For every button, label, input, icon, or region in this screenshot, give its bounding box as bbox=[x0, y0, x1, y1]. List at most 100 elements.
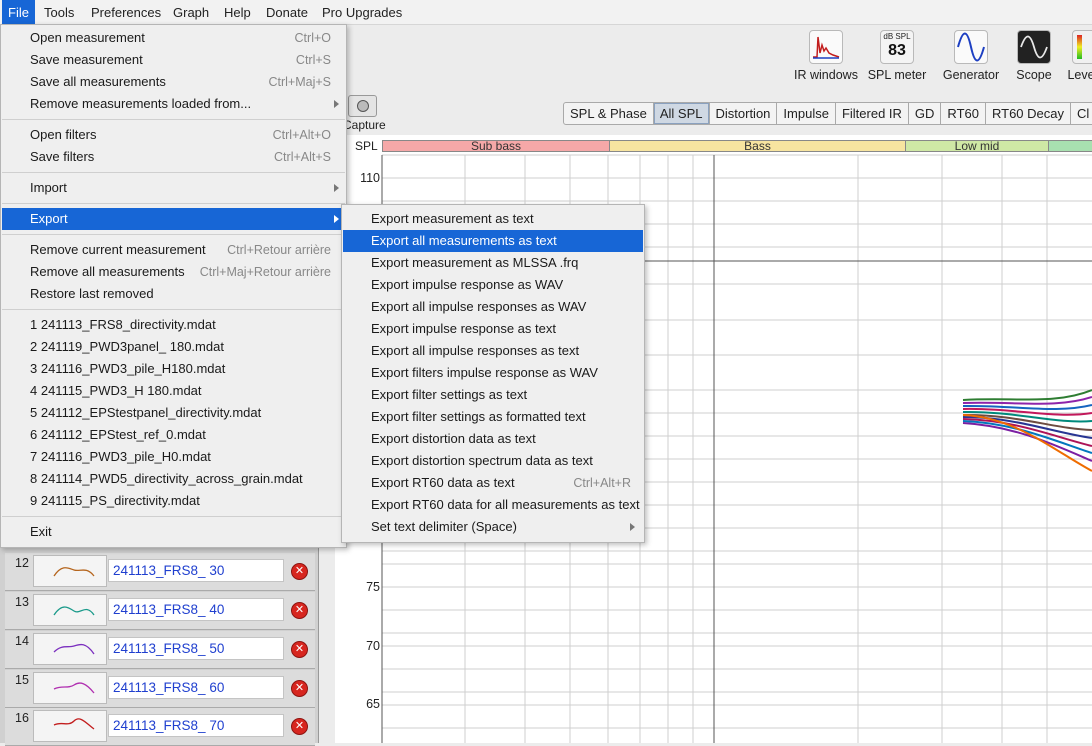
export-item[interactable]: Export impulse response as WAV bbox=[343, 274, 643, 296]
tab-rt60[interactable]: RT60 bbox=[941, 102, 986, 125]
tab-rt60-decay[interactable]: RT60 Decay bbox=[985, 102, 1071, 125]
menu-pro-upgrades[interactable]: Pro Upgrades bbox=[316, 0, 408, 24]
spl-axis-label: SPL bbox=[355, 139, 378, 153]
ir-windows-icon bbox=[809, 30, 843, 64]
menu-item-import[interactable]: Import bbox=[2, 177, 345, 199]
tab-filtered-ir[interactable]: Filtered IR bbox=[835, 102, 909, 125]
export-item[interactable]: Export all impulse responses as WAV bbox=[343, 296, 643, 318]
menu-item-shortcut: Ctrl+O bbox=[294, 31, 331, 45]
recent-file-item[interactable]: 6 241112_EPStest_ref_0.mdat bbox=[2, 424, 345, 446]
menu-item-restore-last[interactable]: Restore last removed bbox=[2, 283, 345, 305]
tab-distortion[interactable]: Distortion bbox=[709, 102, 778, 125]
measurement-row[interactable]: 12 241113_FRS8_ 30 ✕ bbox=[5, 553, 315, 591]
tab-impulse[interactable]: Impulse bbox=[777, 102, 836, 125]
recent-file-item[interactable]: 9 241115_PS_directivity.mdat bbox=[2, 490, 345, 512]
tab-all-spl[interactable]: All SPL bbox=[653, 102, 710, 125]
measurement-name-field[interactable]: 241113_FRS8_ 70 bbox=[108, 714, 284, 737]
recent-file-item[interactable]: 4 241115_PWD3_H 180.mdat bbox=[2, 380, 345, 402]
menu-item-save-filters[interactable]: Save filters Ctrl+Alt+S bbox=[2, 146, 345, 168]
measurement-name-field[interactable]: 241113_FRS8_ 30 bbox=[108, 559, 284, 582]
delete-measurement-icon[interactable]: ✕ bbox=[291, 563, 308, 580]
recent-file-label: 6 241112_EPStest_ref_0.mdat bbox=[30, 427, 206, 442]
export-item[interactable]: Export measurement as text bbox=[343, 208, 643, 230]
export-item[interactable]: Export filter settings as text bbox=[343, 384, 643, 406]
delete-measurement-icon[interactable]: ✕ bbox=[291, 718, 308, 735]
export-item[interactable]: Export RT60 data for all measurements as… bbox=[343, 494, 643, 516]
export-item-label: Export distortion spectrum data as text bbox=[371, 453, 593, 468]
ir-windows-button[interactable]: IR windows bbox=[792, 30, 860, 82]
levels-button[interactable]: Leve bbox=[1066, 30, 1092, 82]
menu-separator bbox=[2, 203, 345, 204]
menu-item-shortcut: Ctrl+S bbox=[295, 53, 331, 67]
menu-item-open-filters[interactable]: Open filters Ctrl+Alt+O bbox=[2, 124, 345, 146]
menu-separator bbox=[2, 234, 345, 235]
delete-measurement-icon[interactable]: ✕ bbox=[291, 641, 308, 658]
measurement-name-field[interactable]: 241113_FRS8_ 50 bbox=[108, 637, 284, 660]
measurement-name-field[interactable]: 241113_FRS8_ 40 bbox=[108, 598, 284, 621]
camera-icon[interactable] bbox=[348, 95, 377, 117]
menu-item-shortcut: Ctrl+Maj+Retour arrière bbox=[199, 265, 331, 279]
recent-file-item[interactable]: 5 241112_EPStestpanel_directivity.mdat bbox=[2, 402, 345, 424]
export-item[interactable]: Export measurement as MLSSA .frq bbox=[343, 252, 643, 274]
file-menu: Open measurement Ctrl+O Save measurement C… bbox=[0, 24, 347, 548]
recent-file-item[interactable]: 1 241113_FRS8_directivity.mdat bbox=[2, 314, 345, 336]
export-item[interactable]: Export filters impulse response as WAV bbox=[343, 362, 643, 384]
submenu-arrow-icon bbox=[334, 215, 339, 223]
generator-label: Generator bbox=[942, 68, 1000, 82]
menu-tools[interactable]: Tools bbox=[38, 0, 80, 24]
export-item[interactable]: Export all impulse responses as text bbox=[343, 340, 643, 362]
menu-graph[interactable]: Graph bbox=[167, 0, 215, 24]
scope-button[interactable]: Scope bbox=[1010, 30, 1058, 82]
generator-icon bbox=[954, 30, 988, 64]
recent-file-item[interactable]: 2 241119_PWD3panel_ 180.mdat bbox=[2, 336, 345, 358]
spl-meter-button[interactable]: dB SPL 83 SPL meter bbox=[866, 30, 928, 82]
menu-file[interactable]: File bbox=[2, 0, 35, 24]
export-item[interactable]: Export distortion data as text bbox=[343, 428, 643, 450]
menu-item-remove-loaded-from[interactable]: Remove measurements loaded from... bbox=[2, 93, 345, 115]
measurement-thumbnail bbox=[33, 633, 107, 665]
generator-button[interactable]: Generator bbox=[940, 30, 1002, 82]
menu-item-open-measurement[interactable]: Open measurement Ctrl+O bbox=[2, 27, 345, 49]
tab-gd[interactable]: GD bbox=[908, 102, 942, 125]
menu-preferences[interactable]: Preferences bbox=[85, 0, 167, 24]
export-item[interactable]: Export all measurements as text bbox=[343, 230, 643, 252]
measurement-row[interactable]: 16 241113_FRS8_ 70 ✕ bbox=[5, 708, 315, 746]
menu-item-label: Open filters bbox=[30, 127, 97, 142]
measurement-row[interactable]: 14 241113_FRS8_ 50 ✕ bbox=[5, 631, 315, 669]
delete-measurement-icon[interactable]: ✕ bbox=[291, 680, 308, 697]
export-item-label: Export filter settings as text bbox=[371, 387, 528, 402]
menu-item-export[interactable]: Export bbox=[2, 208, 345, 230]
menu-item-exit[interactable]: Exit bbox=[2, 521, 345, 543]
recent-file-item[interactable]: 3 241116_PWD3_pile_H180.mdat bbox=[2, 358, 345, 380]
menu-item-label: Save measurement bbox=[30, 52, 143, 67]
recent-file-item[interactable]: 7 241116_PWD3_pile_H0.mdat bbox=[2, 446, 345, 468]
export-item[interactable]: Export RT60 data as text Ctrl+Alt+R bbox=[343, 472, 643, 494]
menu-donate[interactable]: Donate bbox=[260, 0, 314, 24]
menu-bar: File Tools Preferences Graph Help Donate… bbox=[0, 0, 1092, 25]
tab-spl-phase[interactable]: SPL & Phase bbox=[563, 102, 654, 125]
measurement-number: 14 bbox=[15, 634, 29, 648]
measurement-thumbnail bbox=[33, 710, 107, 742]
export-item[interactable]: Export filter settings as formatted text bbox=[343, 406, 643, 428]
menu-item-save-all[interactable]: Save all measurements Ctrl+Maj+S bbox=[2, 71, 345, 93]
spl-meter-unit: dB SPL bbox=[883, 32, 911, 41]
measurement-row[interactable]: 15 241113_FRS8_ 60 ✕ bbox=[5, 670, 315, 708]
menu-item-remove-all[interactable]: Remove all measurements Ctrl+Maj+Retour a… bbox=[2, 261, 345, 283]
delete-measurement-icon[interactable]: ✕ bbox=[291, 602, 308, 619]
export-item[interactable]: Export distortion spectrum data as text bbox=[343, 450, 643, 472]
y-tick-70: 70 bbox=[366, 639, 380, 653]
measurement-name-field[interactable]: 241113_FRS8_ 60 bbox=[108, 676, 284, 699]
menu-item-save-measurement[interactable]: Save measurement Ctrl+S bbox=[2, 49, 345, 71]
menu-help[interactable]: Help bbox=[218, 0, 257, 24]
menu-item-label: Remove all measurements bbox=[30, 264, 185, 279]
tab-cl[interactable]: Cl bbox=[1071, 102, 1092, 125]
menu-item-shortcut: Ctrl+Alt+O bbox=[272, 128, 331, 142]
measurement-row[interactable]: 13 241113_FRS8_ 40 ✕ bbox=[5, 592, 315, 630]
menu-item-remove-current[interactable]: Remove current measurement Ctrl+Retour ar… bbox=[2, 239, 345, 261]
menu-item-label: Restore last removed bbox=[30, 286, 154, 301]
recent-file-item[interactable]: 8 241114_PWD5_directivity_across_grain.m… bbox=[2, 468, 345, 490]
levels-label: Leve bbox=[1067, 68, 1092, 82]
export-item-text-delimiter[interactable]: Set text delimiter (Space) bbox=[343, 516, 643, 538]
export-item[interactable]: Export impulse response as text bbox=[343, 318, 643, 340]
band-low-mid: Low mid bbox=[906, 140, 1049, 152]
